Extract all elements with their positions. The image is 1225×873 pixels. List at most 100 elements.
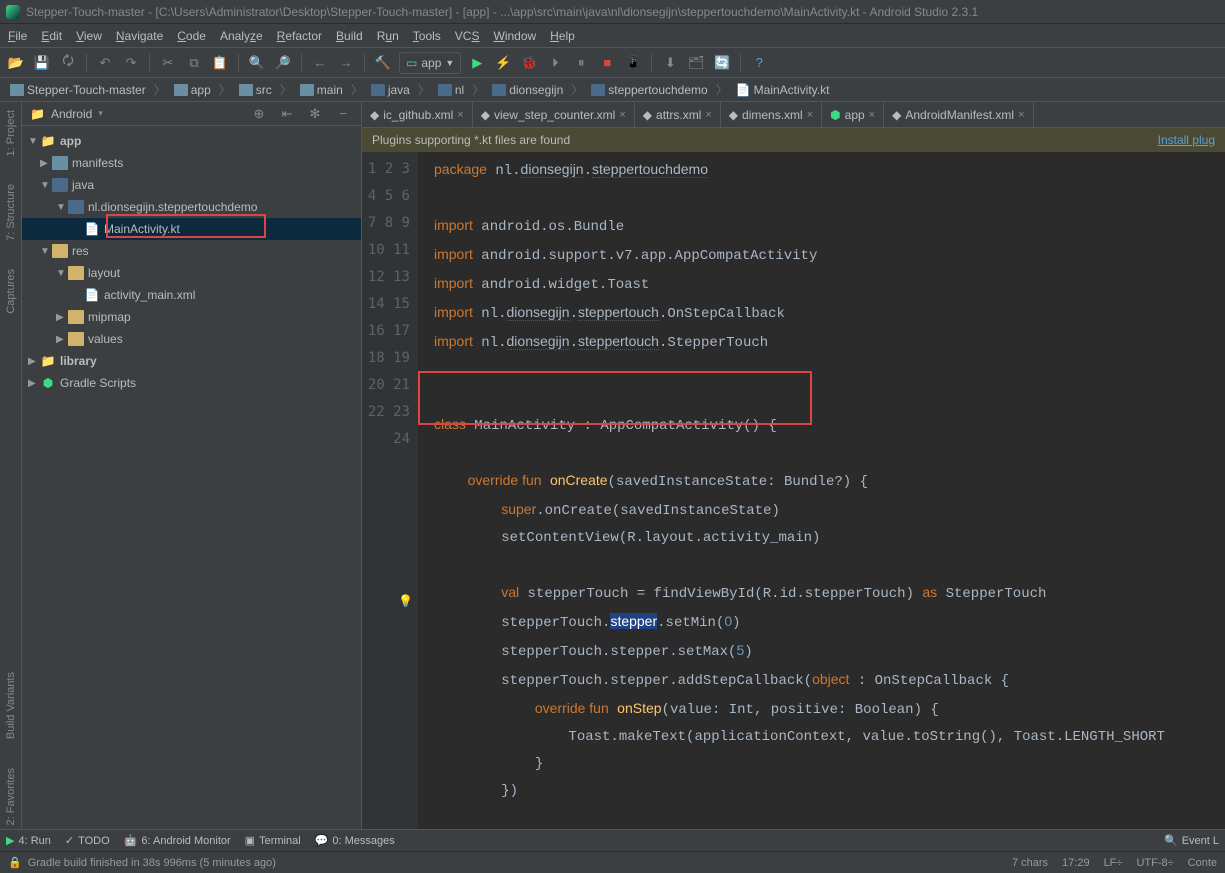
- paste-icon[interactable]: 📋: [210, 53, 230, 73]
- make-icon[interactable]: 🔨: [373, 53, 393, 73]
- hide-icon[interactable]: −: [333, 104, 353, 124]
- crumb-app[interactable]: app: [170, 83, 215, 97]
- menu-view[interactable]: View: [76, 29, 102, 43]
- close-icon[interactable]: ×: [705, 109, 711, 121]
- tool-project[interactable]: 1: Project: [5, 106, 17, 160]
- crumb-file[interactable]: 📄MainActivity.kt: [732, 83, 834, 97]
- menu-vcs[interactable]: VCS: [455, 29, 480, 43]
- undo-icon[interactable]: ↶: [95, 53, 115, 73]
- xml-icon: ◆: [370, 108, 379, 122]
- close-icon[interactable]: ×: [807, 109, 813, 121]
- tool-favorites[interactable]: 2: Favorites: [5, 764, 17, 829]
- tab-manifest[interactable]: ◆AndroidManifest.xml×: [884, 102, 1033, 127]
- tree-java[interactable]: ▼java: [22, 174, 361, 196]
- editor-area: ◆ic_github.xml× ◆view_step_counter.xml× …: [362, 102, 1225, 829]
- save-icon[interactable]: 💾: [32, 53, 52, 73]
- menu-edit[interactable]: Edit: [41, 29, 62, 43]
- tree-layout[interactable]: ▼layout: [22, 262, 361, 284]
- status-context[interactable]: Conte: [1188, 857, 1217, 869]
- tree-library[interactable]: ▶📁library: [22, 350, 361, 372]
- tree-gradle[interactable]: ▶⬢Gradle Scripts: [22, 372, 361, 394]
- tree-values[interactable]: ▶values: [22, 328, 361, 350]
- project-mode[interactable]: Android: [51, 107, 92, 121]
- close-icon[interactable]: ×: [457, 109, 463, 121]
- crumb-main[interactable]: main: [296, 83, 347, 97]
- menu-file[interactable]: File: [8, 29, 27, 43]
- attach-icon[interactable]: ⏸: [571, 53, 591, 73]
- forward-icon[interactable]: →: [336, 53, 356, 73]
- gradle-icon: ⬢: [830, 108, 840, 122]
- menu-tools[interactable]: Tools: [413, 29, 441, 43]
- open-icon[interactable]: 📂: [6, 53, 26, 73]
- tool-build-variants[interactable]: Build Variants: [5, 668, 17, 743]
- tool-run[interactable]: ▶4: Run: [6, 834, 51, 847]
- menu-code[interactable]: Code: [177, 29, 206, 43]
- redo-icon[interactable]: ↷: [121, 53, 141, 73]
- find-icon[interactable]: 🔍: [247, 53, 267, 73]
- tool-structure[interactable]: 7: Structure: [5, 180, 17, 245]
- tool-terminal[interactable]: ▣Terminal: [245, 834, 301, 847]
- menu-navigate[interactable]: Navigate: [116, 29, 163, 43]
- tree-app[interactable]: ▼📁app: [22, 130, 361, 152]
- debug-icon[interactable]: 🐞: [519, 53, 539, 73]
- crumb-root[interactable]: Stepper-Touch-master: [6, 83, 150, 97]
- tree-res[interactable]: ▼res: [22, 240, 361, 262]
- tab-app[interactable]: ⬢app×: [822, 102, 884, 127]
- menu-refactor[interactable]: Refactor: [277, 29, 322, 43]
- tool-todo[interactable]: ✓TODO: [65, 834, 110, 847]
- profile-icon[interactable]: ⏵: [545, 53, 565, 73]
- tool-android-monitor[interactable]: 🤖6: Android Monitor: [124, 834, 231, 847]
- tree-manifests[interactable]: ▶manifests: [22, 152, 361, 174]
- stop-icon[interactable]: ■: [597, 53, 617, 73]
- cut-icon[interactable]: ✂: [158, 53, 178, 73]
- sync-icon[interactable]: 🗘: [58, 53, 78, 73]
- close-icon[interactable]: ×: [619, 109, 625, 121]
- crumb-java[interactable]: java: [367, 83, 414, 97]
- menu-analyze[interactable]: Analyze: [220, 29, 263, 43]
- intention-bulb-icon[interactable]: 💡: [398, 588, 413, 615]
- crumb-pkg[interactable]: steppertouchdemo: [587, 83, 711, 97]
- structure-icon[interactable]: 🗂: [686, 53, 706, 73]
- collapse-icon[interactable]: ⇤: [277, 104, 297, 124]
- avd-icon[interactable]: 📱: [623, 53, 643, 73]
- tab-ic-github[interactable]: ◆ic_github.xml×: [362, 102, 473, 127]
- highlight-box-code: [418, 371, 812, 425]
- status-encoding[interactable]: UTF-8÷: [1136, 857, 1173, 869]
- close-icon[interactable]: ×: [1018, 109, 1024, 121]
- tool-messages[interactable]: 💬0: Messages: [315, 834, 395, 847]
- run-config-selector[interactable]: ▭ app ▼: [399, 52, 461, 74]
- replace-icon[interactable]: 🔎: [273, 53, 293, 73]
- tree-mipmap[interactable]: ▶mipmap: [22, 306, 361, 328]
- folder-icon: [68, 332, 84, 346]
- chevron-down-icon[interactable]: ▾: [98, 108, 103, 119]
- apply-changes-icon[interactable]: ⚡: [493, 53, 513, 73]
- tab-view-step-counter[interactable]: ◆view_step_counter.xml×: [473, 102, 635, 127]
- banner-install-link[interactable]: Install plug: [1158, 133, 1215, 147]
- tool-event-log[interactable]: 🔍Event L: [1164, 834, 1219, 847]
- sdk-icon[interactable]: ⬇: [660, 53, 680, 73]
- tab-attrs[interactable]: ◆attrs.xml×: [635, 102, 721, 127]
- crumb-src[interactable]: src: [235, 83, 276, 97]
- tree-activity-main[interactable]: 📄activity_main.xml: [22, 284, 361, 306]
- scroll-to-icon[interactable]: ⊕: [249, 104, 269, 124]
- tool-captures[interactable]: Captures: [5, 265, 17, 318]
- menu-window[interactable]: Window: [493, 29, 536, 43]
- menu-build[interactable]: Build: [336, 29, 363, 43]
- tab-dimens[interactable]: ◆dimens.xml×: [721, 102, 822, 127]
- run-icon[interactable]: ▶: [467, 53, 487, 73]
- gutter[interactable]: 1 2 3 4 5 6 7 8 9 10 11 12 13 14 15 16 1…: [362, 152, 418, 829]
- code-editor[interactable]: 1 2 3 4 5 6 7 8 9 10 11 12 13 14 15 16 1…: [362, 152, 1225, 829]
- crumb-dionsegijn[interactable]: dionsegijn: [488, 83, 567, 97]
- project-tree[interactable]: ▼📁app ▶manifests ▼java ▼nl.dionsegijn.st…: [22, 126, 361, 829]
- menu-help[interactable]: Help: [550, 29, 575, 43]
- back-icon[interactable]: ←: [310, 53, 330, 73]
- close-icon[interactable]: ×: [869, 109, 875, 121]
- crumb-nl[interactable]: nl: [434, 83, 468, 97]
- status-line-sep[interactable]: LF÷: [1104, 857, 1123, 869]
- settings-icon[interactable]: ✻: [305, 104, 325, 124]
- help-icon[interactable]: ?: [749, 53, 769, 73]
- sync-gradle-icon[interactable]: 🔄: [712, 53, 732, 73]
- code-body[interactable]: package nl.dionsegijn.steppertouchdemo i…: [418, 152, 1225, 829]
- menu-run[interactable]: Run: [377, 29, 399, 43]
- copy-icon[interactable]: ⧉: [184, 53, 204, 73]
